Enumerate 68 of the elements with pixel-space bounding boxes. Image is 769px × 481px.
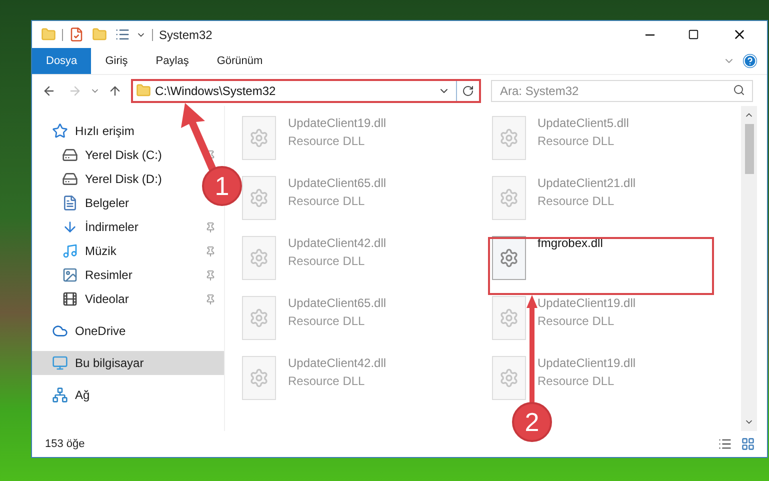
refresh-icon[interactable] <box>462 84 474 96</box>
videos-icon <box>62 291 78 307</box>
large-icons-view-icon[interactable] <box>741 437 755 451</box>
downloads-icon <box>62 219 78 235</box>
file-type: Resource DLL <box>538 373 616 390</box>
file-type: Resource DLL <box>288 193 366 210</box>
file-gear-icon <box>492 176 526 220</box>
pictures-icon <box>62 267 78 283</box>
nav-item[interactable]: Hızlı erişim <box>52 122 134 140</box>
documents-icon <box>62 195 78 211</box>
file-name[interactable]: fmgrobex.dll <box>538 234 603 252</box>
nav-item[interactable]: İndirmeler <box>62 218 138 236</box>
file-type: Resource DLL <box>288 373 366 390</box>
computer-icon <box>52 355 68 371</box>
file-type: Resource DLL <box>288 253 366 270</box>
cloud-icon <box>52 323 68 339</box>
nav-item[interactable]: Resimler <box>62 266 132 284</box>
ribbon-tab[interactable]: Görünüm <box>202 48 277 74</box>
details-view-icon[interactable] <box>717 437 733 451</box>
ribbon-tab[interactable]: Giriş <box>91 48 142 74</box>
item-count: 153 öğe <box>45 436 85 452</box>
ribbon-tab[interactable]: Dosya <box>32 48 92 74</box>
file-type: Resource DLL <box>538 193 616 210</box>
address-bar[interactable]: C:\Windows\System32 <box>131 78 481 102</box>
file-gear-icon <box>492 296 526 340</box>
file-gear-icon <box>492 236 526 280</box>
music-icon <box>62 243 78 259</box>
pin-icon[interactable] <box>205 294 216 304</box>
file-type: Resource DLL <box>288 133 366 150</box>
scroll-thumb[interactable] <box>744 124 754 174</box>
checklist-icon[interactable] <box>69 27 84 42</box>
properties-icon[interactable] <box>115 27 130 42</box>
search-field[interactable]: Ara: System32 <box>491 80 753 102</box>
file-gear-icon <box>242 116 276 160</box>
search-icon <box>733 84 745 96</box>
nav-item[interactable]: Belgeler <box>62 194 130 212</box>
close-icon[interactable] <box>732 27 747 42</box>
nav-item[interactable]: Videolar <box>62 290 129 308</box>
nav-item[interactable]: Yerel Disk (C:) <box>62 146 162 164</box>
help-icon[interactable] <box>743 54 757 68</box>
nav-item[interactable]: Bu bilgisayar <box>32 351 224 375</box>
window-title: System32 <box>159 26 212 44</box>
back-icon[interactable] <box>42 84 56 98</box>
file-gear-icon <box>492 356 526 400</box>
nav-item[interactable]: Yerel Disk (D:) <box>62 170 162 188</box>
pin-icon[interactable] <box>205 270 216 280</box>
pin-icon[interactable] <box>205 222 216 232</box>
folder-icon <box>136 83 151 98</box>
nav-item[interactable]: OneDrive <box>52 322 126 340</box>
ribbon-tab[interactable]: Paylaş <box>142 48 203 74</box>
star-icon <box>52 123 68 139</box>
scrollbar[interactable] <box>741 106 757 431</box>
file-type: Resource DLL <box>538 313 616 330</box>
pin-icon[interactable] <box>205 246 216 256</box>
nav-item[interactable]: Müzik <box>62 242 116 260</box>
drive-icon <box>62 147 78 163</box>
maximize-icon[interactable] <box>688 29 699 40</box>
up-icon[interactable] <box>108 84 122 98</box>
file-gear-icon <box>242 356 276 400</box>
nav-item[interactable]: Ağ <box>52 386 90 404</box>
file-gear-icon <box>242 176 276 220</box>
file-gear-icon <box>242 296 276 340</box>
file-type: Resource DLL <box>288 313 366 330</box>
file-gear-icon <box>242 236 276 280</box>
drive-icon <box>62 171 78 187</box>
network-icon <box>52 387 68 403</box>
file-type: Resource DLL <box>538 133 616 150</box>
file-gear-icon <box>492 116 526 160</box>
